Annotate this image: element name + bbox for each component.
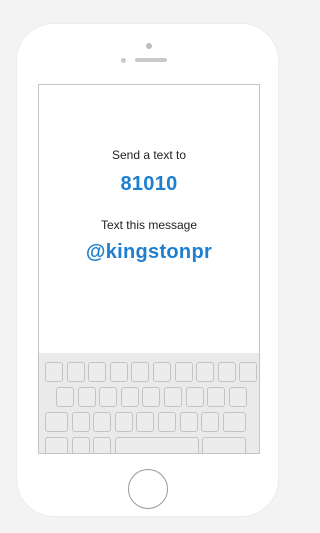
globe-key	[71, 437, 90, 453]
key	[136, 412, 155, 432]
key	[120, 387, 139, 407]
key	[228, 387, 247, 407]
key	[158, 412, 176, 432]
phone-illustration: Send a text to 81010 Text this message @…	[16, 23, 279, 517]
send-instruction: Send a text to	[111, 148, 187, 162]
page-canvas: Send a text to 81010 Text this message @…	[0, 0, 295, 533]
speaker-icon	[135, 58, 167, 62]
key	[93, 412, 112, 432]
key	[56, 387, 74, 407]
key	[239, 362, 258, 382]
message-area: Send a text to 81010 Text this message @…	[39, 85, 259, 330]
backspace-key	[222, 412, 246, 432]
mic-key	[93, 437, 112, 453]
key	[217, 362, 236, 382]
key	[88, 362, 107, 382]
key	[174, 362, 193, 382]
key	[114, 412, 133, 432]
key	[99, 387, 118, 407]
numbers-key	[45, 437, 68, 453]
key	[207, 387, 226, 407]
key	[142, 387, 161, 407]
message-instruction: Text this message	[100, 218, 198, 232]
key	[109, 362, 128, 382]
key	[164, 387, 182, 407]
space-key	[114, 437, 199, 453]
sensor-icon	[121, 58, 126, 63]
home-button	[128, 469, 168, 509]
key	[201, 412, 220, 432]
phone-screen: Send a text to 81010 Text this message @…	[38, 84, 260, 454]
return-key	[202, 437, 247, 453]
key	[153, 362, 171, 382]
key	[71, 412, 90, 432]
key	[185, 387, 204, 407]
key	[196, 362, 215, 382]
key	[131, 362, 150, 382]
keyword-text: @kingstonpr	[85, 241, 213, 263]
key	[66, 362, 85, 382]
key	[179, 412, 198, 432]
shortcode-number: 81010	[120, 173, 178, 195]
keyboard	[39, 353, 259, 453]
key	[45, 362, 63, 382]
key	[77, 387, 96, 407]
camera-icon	[146, 43, 152, 49]
shift-key	[45, 412, 68, 432]
